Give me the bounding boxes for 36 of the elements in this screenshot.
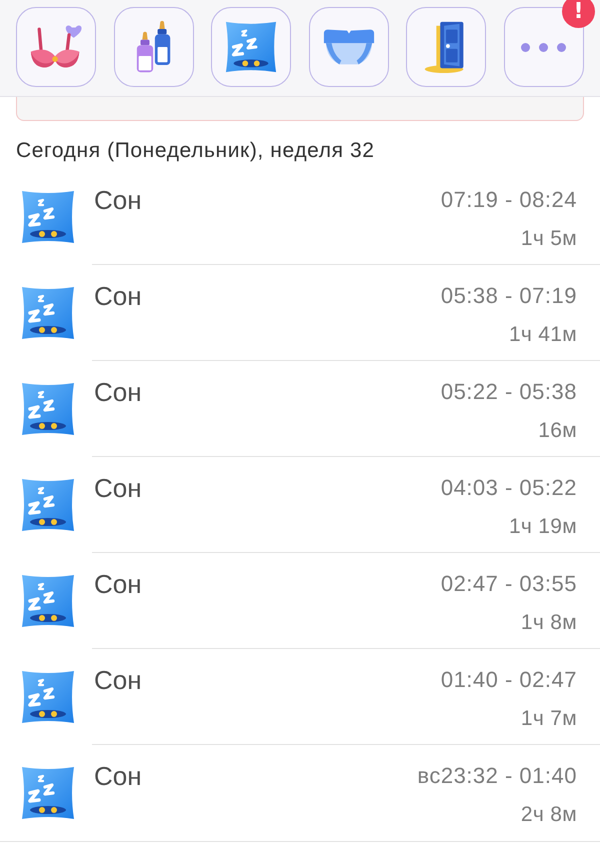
duration: 2ч 8м bbox=[520, 802, 577, 828]
time-range: 04:03 - 05:22 bbox=[440, 474, 577, 502]
entry-title: Сон bbox=[94, 569, 142, 599]
duration: 1ч 41м bbox=[508, 322, 577, 348]
sleep-pillow-icon bbox=[20, 381, 76, 437]
entry-title: Сон bbox=[94, 281, 142, 311]
more-icon bbox=[521, 42, 566, 52]
entry-title: Сон bbox=[94, 761, 142, 791]
sleep-pillow-icon bbox=[20, 765, 76, 821]
duration: 1ч 19м bbox=[508, 514, 577, 540]
duration: 16м bbox=[538, 418, 577, 444]
duration: 1ч 5м bbox=[520, 226, 577, 252]
time-range: 01:40 - 02:47 bbox=[440, 666, 577, 694]
time-range: 02:47 - 03:55 bbox=[440, 570, 577, 598]
sleep-pillow-icon bbox=[20, 285, 76, 341]
sleep-pillow-icon bbox=[20, 189, 76, 245]
time-range: 07:19 - 08:24 bbox=[440, 186, 577, 214]
toolbar-button[interactable] bbox=[211, 7, 292, 87]
sleep-pillow-icon bbox=[20, 669, 76, 725]
date-heading: Сегодня (Понедельник), неделя 32 bbox=[16, 138, 376, 164]
entry-title: Сон bbox=[94, 185, 142, 215]
sleep-pillow-icon bbox=[20, 477, 76, 533]
sleep-pillow-icon bbox=[20, 573, 76, 629]
time-range: 05:38 - 07:19 bbox=[440, 282, 577, 310]
time-range: вс23:32 - 01:40 bbox=[417, 762, 577, 790]
toolbar-button[interactable] bbox=[406, 7, 486, 87]
entry-title: Сон bbox=[94, 377, 142, 407]
entry-title: Сон bbox=[94, 473, 142, 503]
toolbar-button[interactable] bbox=[16, 7, 96, 87]
entry-title: Сон bbox=[94, 665, 142, 695]
alert-badge: ! bbox=[562, 0, 595, 28]
sleep-pillow-icon bbox=[224, 20, 278, 74]
toolbar-button[interactable] bbox=[114, 7, 194, 87]
time-range: 05:22 - 05:38 bbox=[440, 378, 577, 406]
duration: 1ч 8м bbox=[520, 610, 577, 636]
duration: 1ч 7м bbox=[520, 706, 577, 732]
